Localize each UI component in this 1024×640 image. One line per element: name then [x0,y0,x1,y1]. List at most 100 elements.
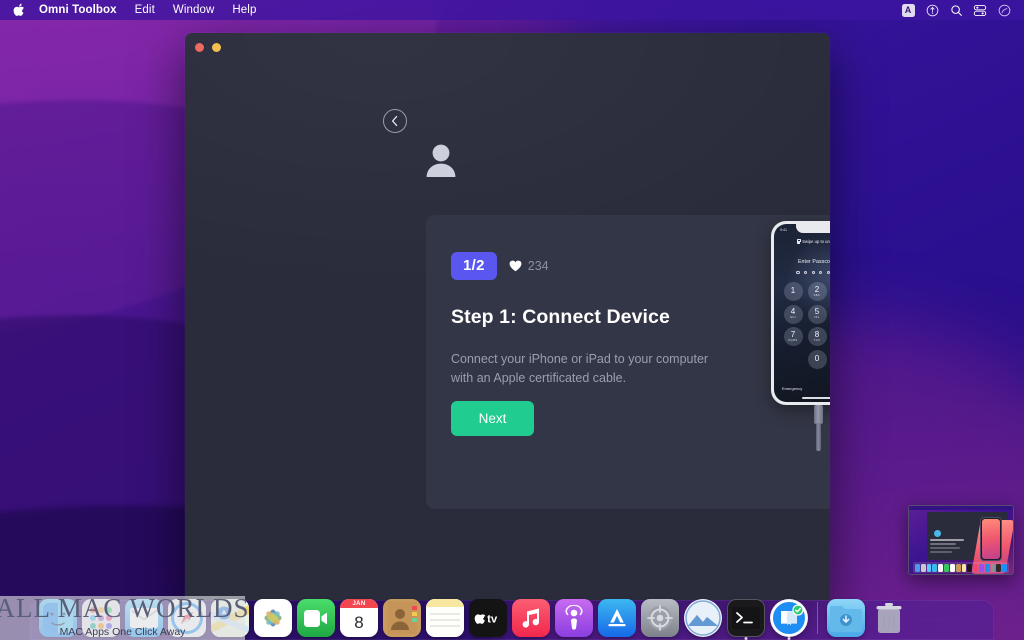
user-avatar-icon[interactable] [425,143,457,177]
dock-item-apple-tv[interactable]: tv [469,599,507,637]
dock-item-app-store[interactable] [598,599,636,637]
like-counter[interactable]: 234 [509,259,549,273]
dock-item-photos-app[interactable] [684,599,722,637]
menu-item-app-name[interactable]: Omni Toolbox [30,0,126,20]
dock-separator [817,602,818,634]
thumbnail-dock-icon [938,563,944,572]
dock-item-trash[interactable] [870,599,908,637]
passcode-dot [826,271,830,275]
swipe-to-unlock-row: Swipe up to unlock [774,239,830,245]
thumbnail-dock-icon [984,563,990,572]
keypad-key-8[interactable]: 8 TUV [807,327,827,346]
lightning-cable [813,405,823,451]
passcode-dot [796,271,800,275]
like-count-label: 234 [527,259,549,273]
thumbnail-dock-icon [1002,563,1007,572]
thumbnail-dock-icon [944,563,949,572]
thumbnail-dock-icon [990,563,996,572]
next-button[interactable]: Next [451,401,534,436]
dock-item-contacts[interactable] [383,599,421,637]
home-indicator [802,396,830,399]
keypad-letters: PQRS [788,338,798,342]
dock-item-notes[interactable] [426,599,464,637]
keypad-digit: 0 [814,353,820,363]
search-icon[interactable] [945,0,967,20]
thumbnail-text-line [930,539,964,541]
iphone-status-bar: 9:41 [774,227,830,234]
siri-icon[interactable] [993,0,1015,20]
card-description: Connect your iPhone or iPad to your comp… [451,352,709,386]
thumbnail-dock-icon [978,563,984,572]
apple-logo-icon[interactable] [8,3,30,18]
cable-connector [813,405,823,424]
menu-item-edit[interactable]: Edit [126,0,164,20]
keypad-key-0[interactable]: 0 [807,349,827,369]
lock-icon [796,239,802,245]
keypad-key-7[interactable]: 7 PQRS [783,327,803,346]
passcode-dot [803,271,808,275]
dock-item-music[interactable] [512,599,550,637]
menu-item-window[interactable]: Window [164,0,224,20]
thumbnail-dock-icon [920,563,926,572]
site-watermark: ALL MAC WORLDS MAC Apps One Click Away [0,595,249,640]
iphone-lockscreen: 9:41 Swipe up to unlock Enter Passcode [774,224,830,402]
menu-bar: Omni Toolbox Edit Window Help A [0,0,1024,20]
passcode-dot [819,271,823,275]
keypad-letters: TUV [813,338,821,342]
thumbnail-dock-icon [926,563,932,572]
status-bar-time: 9:41 [780,228,787,232]
dock-item-facetime[interactable] [297,599,335,637]
minimize-button[interactable] [212,43,221,52]
thumbnail-card [930,526,976,556]
screenshot-preview-thumbnail[interactable] [908,505,1014,575]
thumbnail-menubar [909,506,1013,510]
dock-item-system-preferences[interactable] [641,599,679,637]
thumbnail-dock [913,562,1009,573]
page-badge: 1/2 [451,252,497,280]
dock-item-omni-toolbox[interactable] [770,599,808,640]
keypad-letters: JKL [814,316,820,320]
lockscreen-bottom-row: Emergency Cancel [774,386,830,391]
thumbnail-dock-icon [967,563,973,572]
calendar-month-label: JAN [340,599,378,608]
keypad-key-2[interactable]: 2 ABC [807,282,827,301]
menu-item-help[interactable]: Help [223,0,265,20]
cable-wire [815,423,821,451]
airdrop-icon[interactable] [921,0,943,20]
control-center-icon[interactable] [969,0,991,20]
phone-illustration: 9:41 Swipe up to unlock Enter Passcode [763,221,830,451]
passcode-keypad: 1 2 ABC 3 DEF 4 GHI [781,282,830,369]
keypad-digit: 2 [814,284,820,294]
dock-item-podcasts[interactable] [555,599,593,637]
thumbnail-dock-icon [961,563,967,572]
keypad-key-1[interactable]: 1 [783,282,803,301]
thumbnail-phone [980,517,1002,561]
keypad-key-5[interactable]: 5 JKL [807,304,827,324]
thumbnail-dock-icon [973,563,978,572]
keypad-letters: ABC [813,293,821,297]
keypad-letters: GHI [789,316,797,320]
keyboard-input-badge-label: A [901,3,915,17]
keypad-key-4[interactable]: 4 GHI [783,304,803,324]
thumbnail-dock-icon [955,563,961,572]
thumbnail-dock-icon [949,563,955,572]
emergency-button[interactable]: Emergency [782,386,802,391]
enter-passcode-label: Enter Passcode [797,259,830,265]
svg-text:tv: tv [487,613,498,625]
dock-item-downloads-folder[interactable] [827,599,865,637]
dock-item-photos[interactable] [254,599,292,637]
keypad-digit: 8 [814,329,820,339]
thumbnail-text-line [930,543,956,545]
dock-item-calendar[interactable]: JAN 8 [340,599,378,637]
close-button[interactable] [195,43,204,52]
back-button[interactable] [383,109,407,133]
keyboard-input-icon[interactable]: A [897,0,919,20]
calendar-day-label: 8 [354,612,364,632]
thumbnail-avatar [934,530,941,537]
keypad-digit: 7 [790,329,796,339]
card-title: Step 1: Connect Device [451,306,670,328]
thumbnail-dock-icon [932,563,938,572]
step-card: 1/2 234 Step 1: Connect Device Connect y… [426,215,830,509]
watermark-title: ALL MAC WORLDS [0,593,250,623]
dock-item-terminal[interactable] [727,599,765,640]
